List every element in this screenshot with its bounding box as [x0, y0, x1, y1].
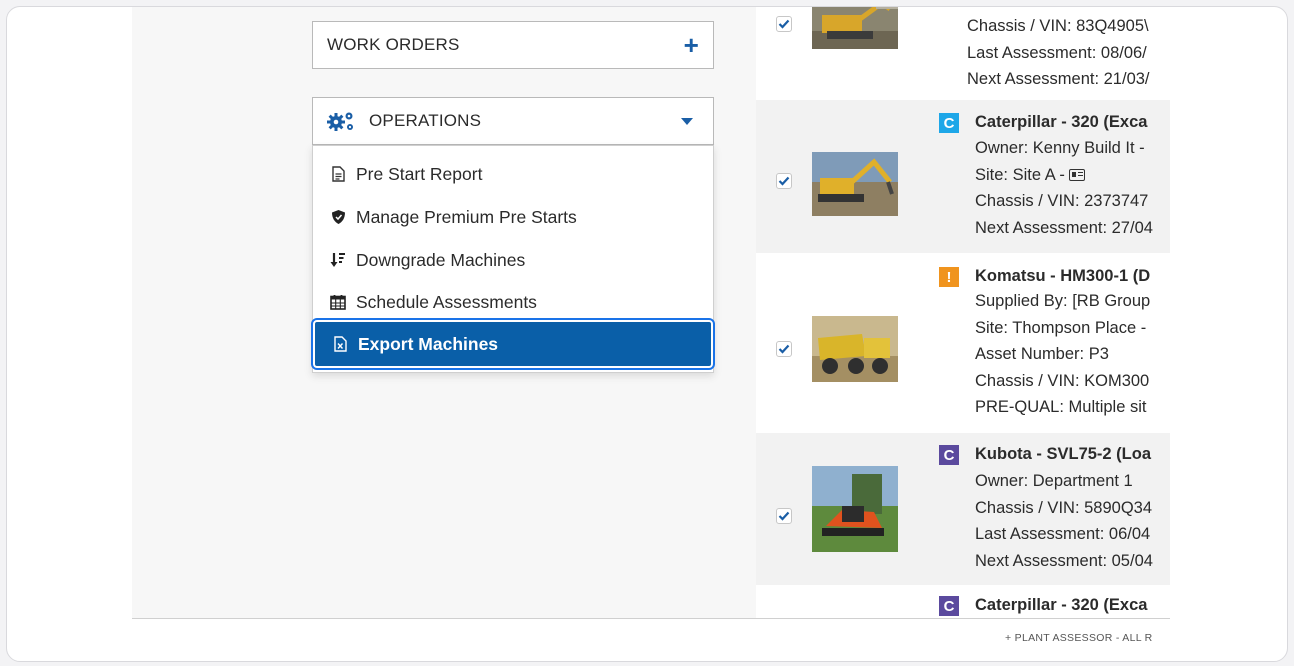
machine-title[interactable]: Kubota - SVL75-2 (Loa: [975, 445, 1151, 464]
menu-item-label: Downgrade Machines: [356, 249, 526, 270]
list-item[interactable]: C Caterpillar - 320 (Exca Owner: Kenny B…: [756, 100, 1170, 253]
machine-title[interactable]: Caterpillar - 320 (Exca: [975, 596, 1147, 615]
status-badge: C: [939, 596, 959, 616]
machine-photo: [812, 7, 898, 49]
footer-divider: [132, 618, 1170, 619]
detail-line: PRE-QUAL: Multiple sit: [975, 398, 1147, 416]
list-item[interactable]: C Kubota - SVL75-2 (Loa Owner: Departmen…: [756, 433, 1170, 585]
detail-line: Next Assessment: 27/04: [975, 218, 1153, 237]
machine-details: Owner: Department 1 Chassis / VIN: 5890Q…: [975, 468, 1153, 574]
document-icon: [329, 165, 347, 183]
detail-line: Chassis / VIN: KOM300: [975, 371, 1150, 390]
app-frame: WORK ORDERS + OPERATIONS Pre Start Repor…: [6, 6, 1288, 662]
machine-photo: [812, 152, 898, 216]
row-checkbox[interactable]: [776, 173, 792, 189]
menu-item-label: Schedule Assessments: [356, 291, 537, 312]
gears-icon: [327, 112, 353, 131]
menu-item-label: Export Machines: [358, 333, 499, 354]
row-checkbox[interactable]: [776, 16, 792, 32]
row-checkbox[interactable]: [776, 508, 792, 524]
detail-line: Supplied By: [RB Group: [975, 292, 1151, 310]
detail-line: Owner: Kenny Build It -: [975, 139, 1145, 157]
work-orders-button[interactable]: WORK ORDERS +: [312, 21, 714, 69]
plus-icon: +: [683, 30, 699, 60]
row-checkbox[interactable]: [776, 341, 792, 357]
detail-line: Last Assessment: 06/04: [975, 525, 1151, 543]
machine-list: Chassis / VIN: 83Q4905\ Last Assessment:…: [756, 7, 1170, 619]
machine-photo: [812, 316, 898, 382]
footer-copyright: + PLANT ASSESSOR - ALL R: [1005, 632, 1153, 644]
list-item[interactable]: ! Komatsu - HM300-1 (D Supplied By: [RB …: [756, 253, 1170, 433]
detail-line: Next Assessment: 21/03/: [967, 70, 1150, 88]
status-badge: C: [939, 445, 959, 465]
warning-badge: !: [939, 267, 959, 287]
machine-details: Chassis / VIN: 83Q4905\ Last Assessment:…: [967, 13, 1150, 93]
sort-down-icon: [329, 251, 347, 269]
calendar-icon: [329, 293, 347, 311]
menu-item-label: Manage Premium Pre Starts: [356, 206, 577, 227]
detail-line: Chassis / VIN: 83Q4905\: [967, 17, 1149, 35]
detail-line: Last Assessment: 08/06/: [967, 43, 1147, 62]
detail-line: Chassis / VIN: 5890Q34: [975, 498, 1153, 517]
detail-line: Next Assessment: 05/04: [975, 551, 1153, 570]
menu-item-downgrade-machines[interactable]: Downgrade Machines: [313, 239, 713, 281]
machine-photo: [812, 466, 898, 552]
shield-icon: [329, 208, 347, 226]
menu-item-label: Pre Start Report: [356, 163, 483, 184]
detail-line: Asset Number: P3: [975, 345, 1109, 363]
menu-item-export-machines[interactable]: Export Machines: [311, 318, 715, 370]
id-card-icon[interactable]: [1069, 168, 1086, 181]
operations-dropdown[interactable]: OPERATIONS: [312, 97, 714, 145]
status-badge: C: [939, 113, 959, 133]
work-orders-label: WORK ORDERS: [327, 35, 460, 54]
site-text: Site: Site A -: [975, 165, 1065, 184]
machine-title[interactable]: Komatsu - HM300-1 (D: [975, 267, 1150, 286]
machine-details: Supplied By: [RB Group Site: Thompson Pl…: [975, 288, 1150, 421]
caret-down-icon: [681, 117, 693, 125]
machine-details: Owner: Kenny Build It - Site: Site A - C…: [975, 135, 1153, 241]
excel-file-icon: [331, 335, 349, 353]
operations-menu: Pre Start Report Manage Premium Pre Star…: [311, 145, 715, 373]
menu-item-schedule-assessments[interactable]: Schedule Assessments: [313, 281, 713, 323]
detail-line: Site: Thompson Place -: [975, 318, 1147, 337]
machine-title[interactable]: Caterpillar - 320 (Exca: [975, 113, 1147, 132]
list-item[interactable]: Chassis / VIN: 83Q4905\ Last Assessment:…: [756, 7, 1170, 100]
operations-label: OPERATIONS: [369, 111, 482, 130]
menu-item-manage-premium-pre-starts[interactable]: Manage Premium Pre Starts: [313, 196, 713, 238]
menu-item-pre-start-report[interactable]: Pre Start Report: [313, 153, 713, 195]
detail-line: Site: Site A -: [975, 162, 1153, 189]
detail-line: Owner: Department 1: [975, 472, 1133, 490]
detail-line: Chassis / VIN: 2373747: [975, 192, 1149, 210]
list-item[interactable]: C Caterpillar - 320 (Exca: [756, 585, 1170, 619]
